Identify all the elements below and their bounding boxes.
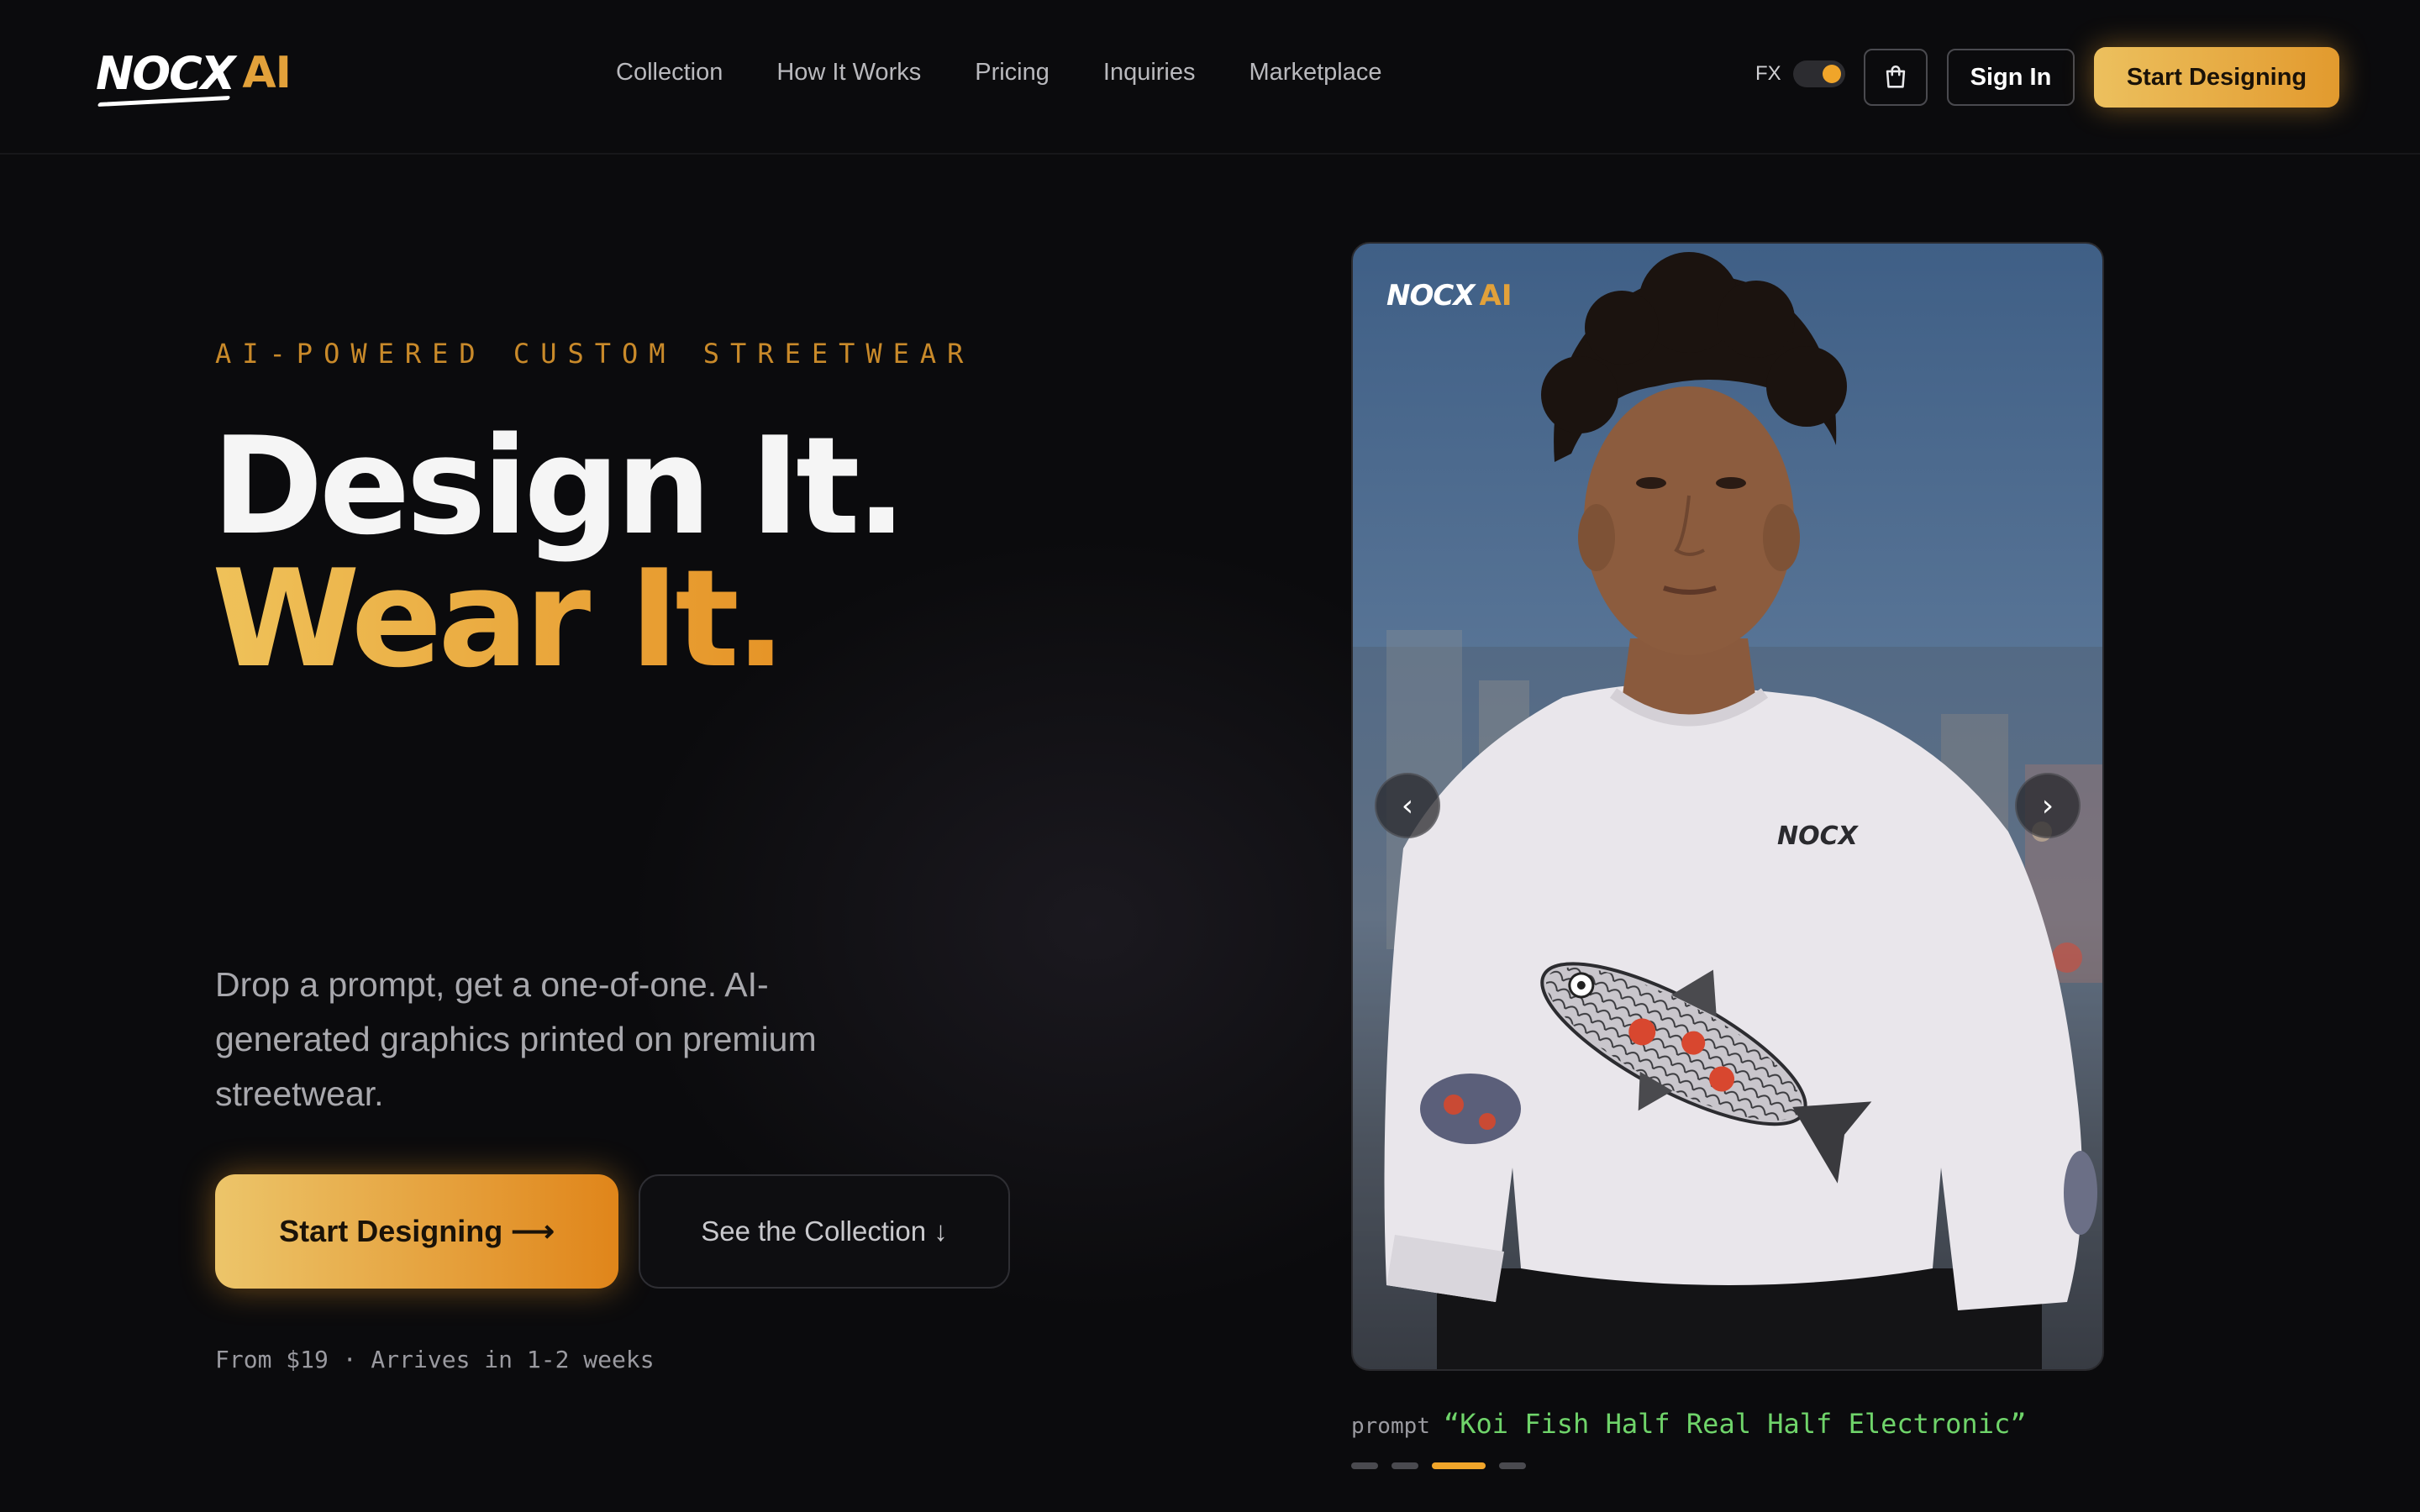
- nav-links: Collection How It Works Pricing Inquirie…: [616, 59, 1381, 87]
- model-photo: NOCX: [1353, 252, 2102, 1369]
- hero-eyebrow: AI-POWERED CUSTOM STREETWEAR: [215, 338, 975, 370]
- product-photo-card: NOCX NOCX AI: [1351, 242, 2104, 1371]
- prompt-label: prompt: [1351, 1414, 1430, 1439]
- top-navigation: NOCX AI Collection How It Works Pricing …: [0, 0, 2420, 155]
- headline-line-2: Wear It.: [212, 552, 902, 686]
- fx-label: FX: [1755, 62, 1781, 85]
- brand-logo[interactable]: NOCX AI: [96, 44, 292, 102]
- start-designing-button[interactable]: Start Designing ⟶: [215, 1174, 618, 1289]
- fx-toggle-group: FX: [1755, 60, 1845, 87]
- pricing-shipping-note: From $19 · Arrives in 1-2 weeks: [215, 1346, 655, 1373]
- card-logo-wordmark: NOCX: [1386, 279, 1476, 312]
- shopping-bag-icon: [1886, 65, 1906, 88]
- start-designing-nav-button[interactable]: Start Designing: [2094, 47, 2339, 108]
- chevron-left-icon: ‹: [1401, 788, 1414, 823]
- hero-lead: Drop a prompt, get a one-of-one. AI-gene…: [215, 965, 817, 1113]
- nav-link-marketplace[interactable]: Marketplace: [1249, 59, 1382, 87]
- fx-toggle[interactable]: [1792, 60, 1845, 87]
- nav-link-pricing[interactable]: Pricing: [975, 59, 1050, 87]
- carousel-indicators: [1351, 1462, 1526, 1469]
- see-collection-button[interactable]: See the Collection ↓: [639, 1174, 1010, 1289]
- cart-button[interactable]: [1864, 49, 1928, 106]
- nav-link-inquiries[interactable]: Inquiries: [1103, 59, 1196, 87]
- carousel-dot-3[interactable]: [1432, 1462, 1486, 1469]
- logo-ai-suffix: AI: [242, 48, 292, 98]
- toggle-knob: [1822, 65, 1841, 83]
- headline-line-1: Design It.: [212, 407, 907, 564]
- nav-link-how-it-works[interactable]: How It Works: [776, 59, 921, 87]
- svg-text:NOCX: NOCX: [1777, 822, 1860, 851]
- card-logo-ai-suffix: AI: [1479, 279, 1512, 312]
- prompt-text: “Koi Fish Half Real Half Electronic”: [1443, 1408, 2027, 1440]
- card-watermark-logo: NOCX AI: [1386, 279, 1512, 312]
- carousel-dot-4[interactable]: [1499, 1462, 1526, 1469]
- carousel-next-button[interactable]: ›: [2015, 773, 2081, 838]
- carousel-dot-1[interactable]: [1351, 1462, 1378, 1469]
- prompt-caption: prompt “Koi Fish Half Real Half Electron…: [1351, 1408, 2026, 1440]
- chevron-right-icon: ›: [2041, 788, 2054, 823]
- hero-headline: Design It. Wear It.: [212, 407, 907, 686]
- carousel-prev-button[interactable]: ‹: [1375, 773, 1440, 838]
- logo-wordmark: NOCX: [96, 46, 235, 100]
- sign-in-button[interactable]: Sign In: [1947, 49, 2075, 106]
- nav-link-collection[interactable]: Collection: [616, 59, 723, 87]
- carousel-dot-2[interactable]: [1392, 1462, 1418, 1469]
